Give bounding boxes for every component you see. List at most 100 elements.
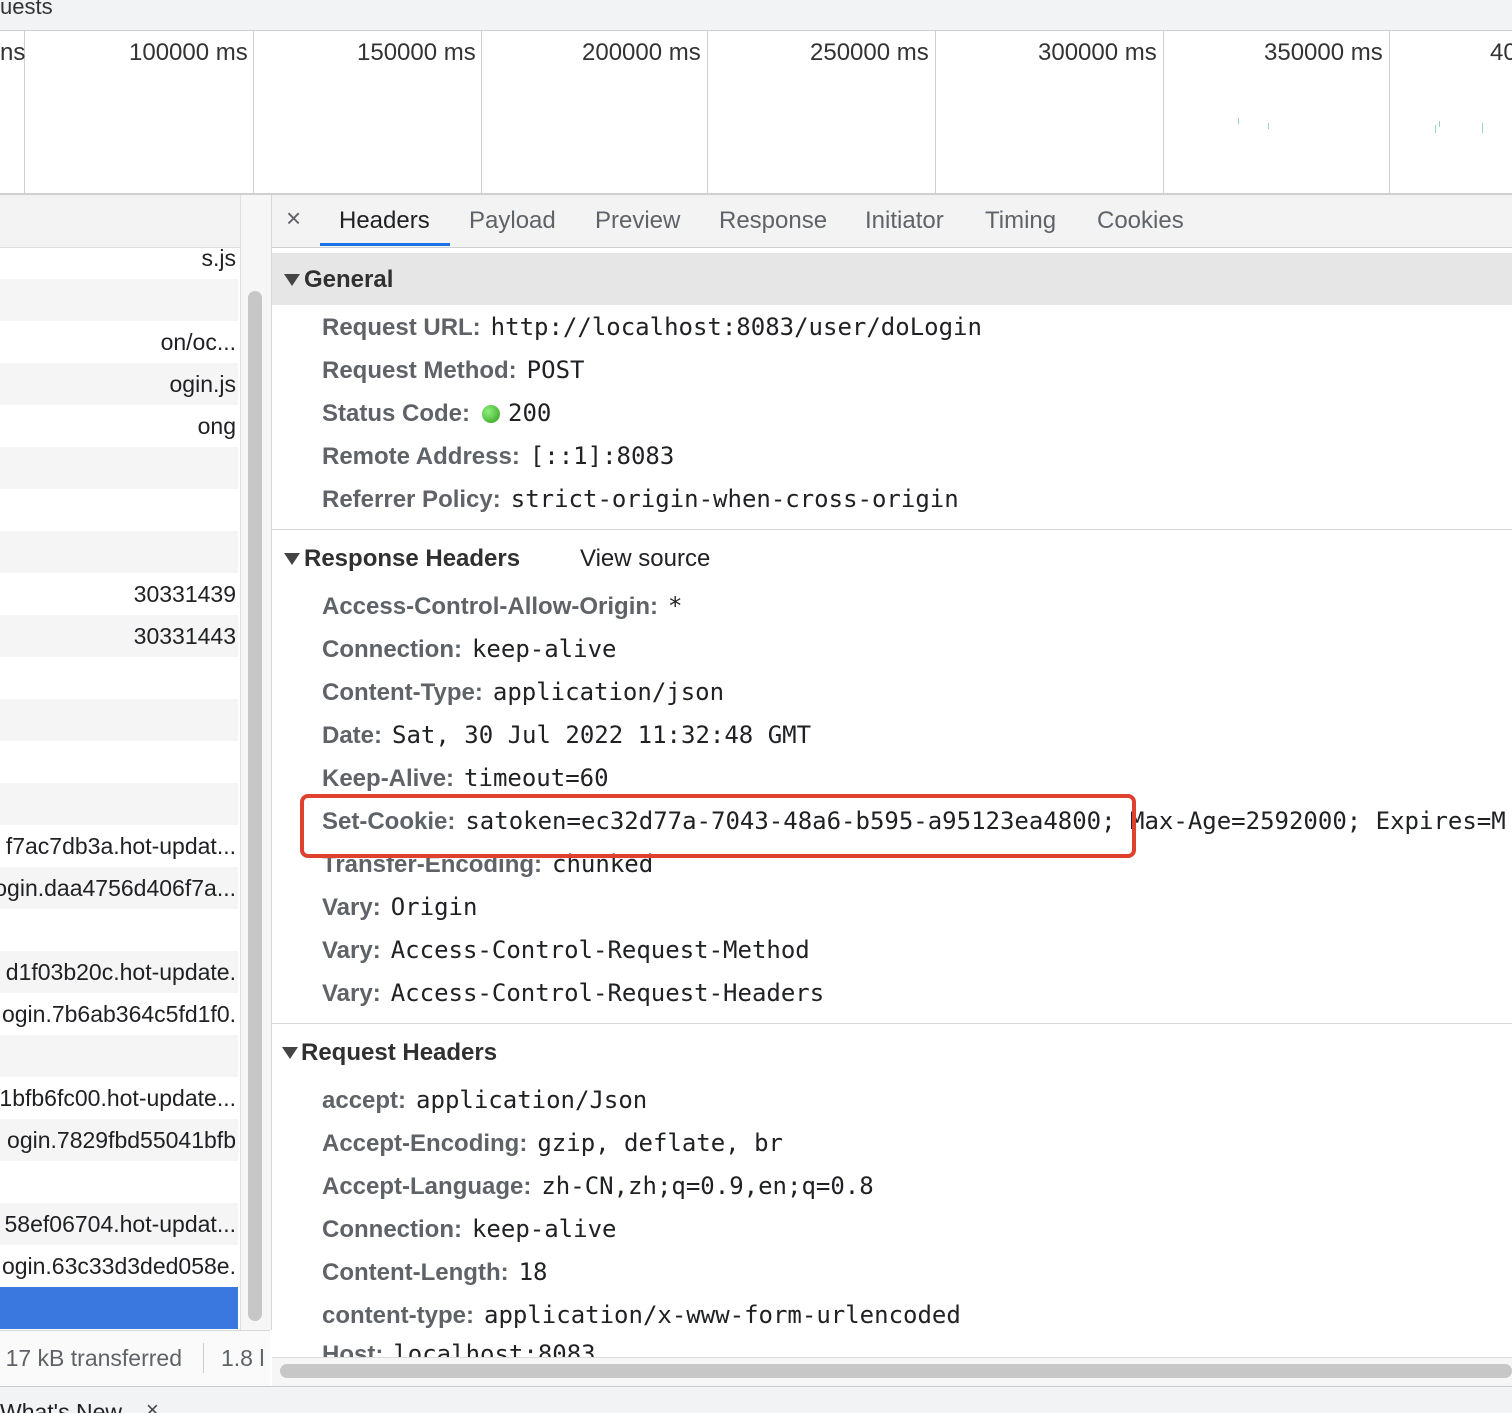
request-name: 1bfb6fc00.hot-update... [0, 1085, 236, 1111]
tab-timing[interactable]: Timing [985, 207, 1056, 235]
response-header-row: Connection: keep-alive [322, 632, 616, 666]
timeline-tick-label: 200000 ms [582, 39, 701, 66]
header-name: Date: [322, 722, 383, 749]
header-value: application/Json [416, 1086, 648, 1114]
drawer-tab-bar: What's New × [0, 1386, 1512, 1413]
transferred-summary: 17 kB transferred [5, 1345, 182, 1371]
timeline-gridline [935, 31, 936, 193]
header-name: Vary: [322, 894, 381, 921]
header-name: Transfer-Encoding: [322, 851, 543, 878]
request-list: s.js on/oc... ogin.js ong 30331439 30331443 f7… [0, 195, 240, 1330]
header-value: application/json [492, 678, 725, 706]
header-name: content-type: [322, 1302, 474, 1329]
request-row[interactable]: ogin.js [0, 363, 238, 405]
response-headers-section-header[interactable]: Response Headers View source [272, 532, 1512, 584]
header-value: http://localhost:8083/user/doLogin [490, 313, 982, 341]
tab-cookies[interactable]: Cookies [1097, 207, 1184, 235]
timeline-tick-label: 100000 ms [129, 39, 248, 66]
request-name: f7ac7db3a.hot-updat... [5, 833, 236, 859]
collapse-triangle-icon [282, 1047, 298, 1059]
request-row[interactable]: ogin.daa4756d406f7a... [0, 867, 238, 909]
request-row[interactable]: ogin.7829fbd55041bfb [0, 1119, 238, 1161]
timeline-overview[interactable]: ns 100000 ms 150000 ms 200000 ms 250000 … [0, 31, 1512, 196]
request-row[interactable] [0, 909, 238, 951]
drawer-tab-whats-new[interactable]: What's New [0, 1399, 122, 1413]
header-name: Request URL: [322, 314, 481, 341]
request-name: s.js [201, 245, 237, 271]
request-row[interactable] [0, 1161, 238, 1203]
header-name: Referrer Policy: [322, 486, 501, 513]
details-horizontal-scrollbar[interactable] [272, 1357, 1512, 1386]
header-name: Vary: [322, 937, 381, 964]
request-row[interactable] [0, 279, 238, 321]
request-name: 30331443 [133, 623, 236, 649]
tab-response[interactable]: Response [719, 207, 827, 235]
request-row[interactable] [0, 1035, 238, 1077]
request-list-scrollbar[interactable] [240, 195, 272, 1330]
tab-headers[interactable]: Headers [339, 207, 430, 235]
header-value: strict-origin-when-cross-origin [510, 485, 959, 513]
request-row[interactable]: 1bfb6fc00.hot-update... [0, 1077, 238, 1119]
request-row[interactable]: on/oc... [0, 321, 238, 363]
request-details-panel: × Headers Payload Preview Response Initi… [272, 195, 1512, 1386]
request-header-row: accept: application/Json [322, 1083, 647, 1117]
timeline-tick-label: 150000 ms [357, 39, 476, 66]
general-section-header[interactable]: General [272, 253, 1512, 305]
request-row[interactable]: 58ef06704.hot-updat... [0, 1203, 238, 1245]
request-row-selected[interactable] [0, 1287, 238, 1329]
general-row: Remote Address: [::1]:8083 [322, 439, 674, 473]
request-row[interactable] [0, 531, 238, 573]
request-row[interactable] [0, 699, 238, 741]
header-value: timeout=60 [464, 764, 609, 792]
request-row[interactable] [0, 741, 238, 783]
request-row[interactable] [0, 447, 238, 489]
request-row[interactable]: 30331439 [0, 573, 238, 615]
close-icon[interactable]: × [286, 205, 301, 231]
tab-payload[interactable]: Payload [469, 207, 556, 235]
details-scroll-thumb[interactable] [280, 1364, 1512, 1378]
header-value: zh-CN,zh;q=0.9,en;q=0.8 [541, 1172, 874, 1200]
header-name: Accept-Language: [322, 1173, 532, 1200]
request-headers-section-header[interactable]: Request Headers [272, 1026, 1512, 1078]
request-row[interactable] [0, 489, 238, 531]
header-name: Access-Control-Allow-Origin: [322, 593, 659, 620]
timeline-request-mark [1482, 123, 1483, 133]
general-row: Request Method: POST [322, 353, 584, 387]
view-source-link[interactable]: View source [580, 545, 710, 573]
close-icon[interactable]: × [146, 1397, 159, 1413]
header-value: chunked [552, 850, 654, 878]
request-name: d1f03b20c.hot-update. [5, 959, 236, 985]
timeline-request-mark [1439, 121, 1440, 127]
request-row[interactable] [0, 783, 238, 825]
header-value: 18 [518, 1258, 548, 1286]
request-row[interactable] [0, 657, 238, 699]
header-value: * [668, 592, 683, 620]
request-name: ogin.daa4756d406f7a... [0, 875, 236, 901]
request-row[interactable]: ogin.63c33d3ded058e. [0, 1245, 238, 1287]
section-divider [272, 529, 1512, 530]
timeline-gridline [1389, 31, 1390, 193]
status-ok-icon [482, 405, 501, 423]
tab-initiator[interactable]: Initiator [865, 207, 944, 235]
request-row[interactable]: d1f03b20c.hot-update. [0, 951, 238, 993]
response-header-row: Access-Control-Allow-Origin: * [322, 589, 682, 623]
request-row[interactable]: s.js [0, 237, 238, 279]
general-section-title: General [304, 266, 394, 293]
request-row[interactable]: f7ac7db3a.hot-updat... [0, 825, 238, 867]
request-list-scroll-thumb[interactable] [248, 291, 262, 1321]
request-name: ogin.63c33d3ded058e. [1, 1253, 236, 1279]
general-row: Referrer Policy: strict-origin-when-cross… [322, 482, 959, 516]
header-name: Vary: [322, 980, 381, 1007]
resources-summary: 1.8 l [221, 1345, 265, 1371]
header-name: Content-Length: [322, 1259, 509, 1286]
request-header-row: Accept-Encoding: gzip, deflate, br [322, 1126, 783, 1160]
header-value: localhost:8083 [393, 1341, 596, 1357]
request-row[interactable]: ong [0, 405, 238, 447]
request-row[interactable]: 30331443 [0, 615, 238, 657]
header-value: Access-Control-Request-Headers [390, 979, 825, 1007]
response-header-row: Date: Sat, 30 Jul 2022 11:32:48 GMT [322, 718, 811, 752]
tab-preview[interactable]: Preview [595, 207, 680, 235]
request-row[interactable]: ogin.7b6ab364c5fd1f0. [0, 993, 238, 1035]
header-value: 200 [508, 399, 552, 427]
response-header-row: Vary: Access-Control-Request-Method [322, 933, 810, 967]
